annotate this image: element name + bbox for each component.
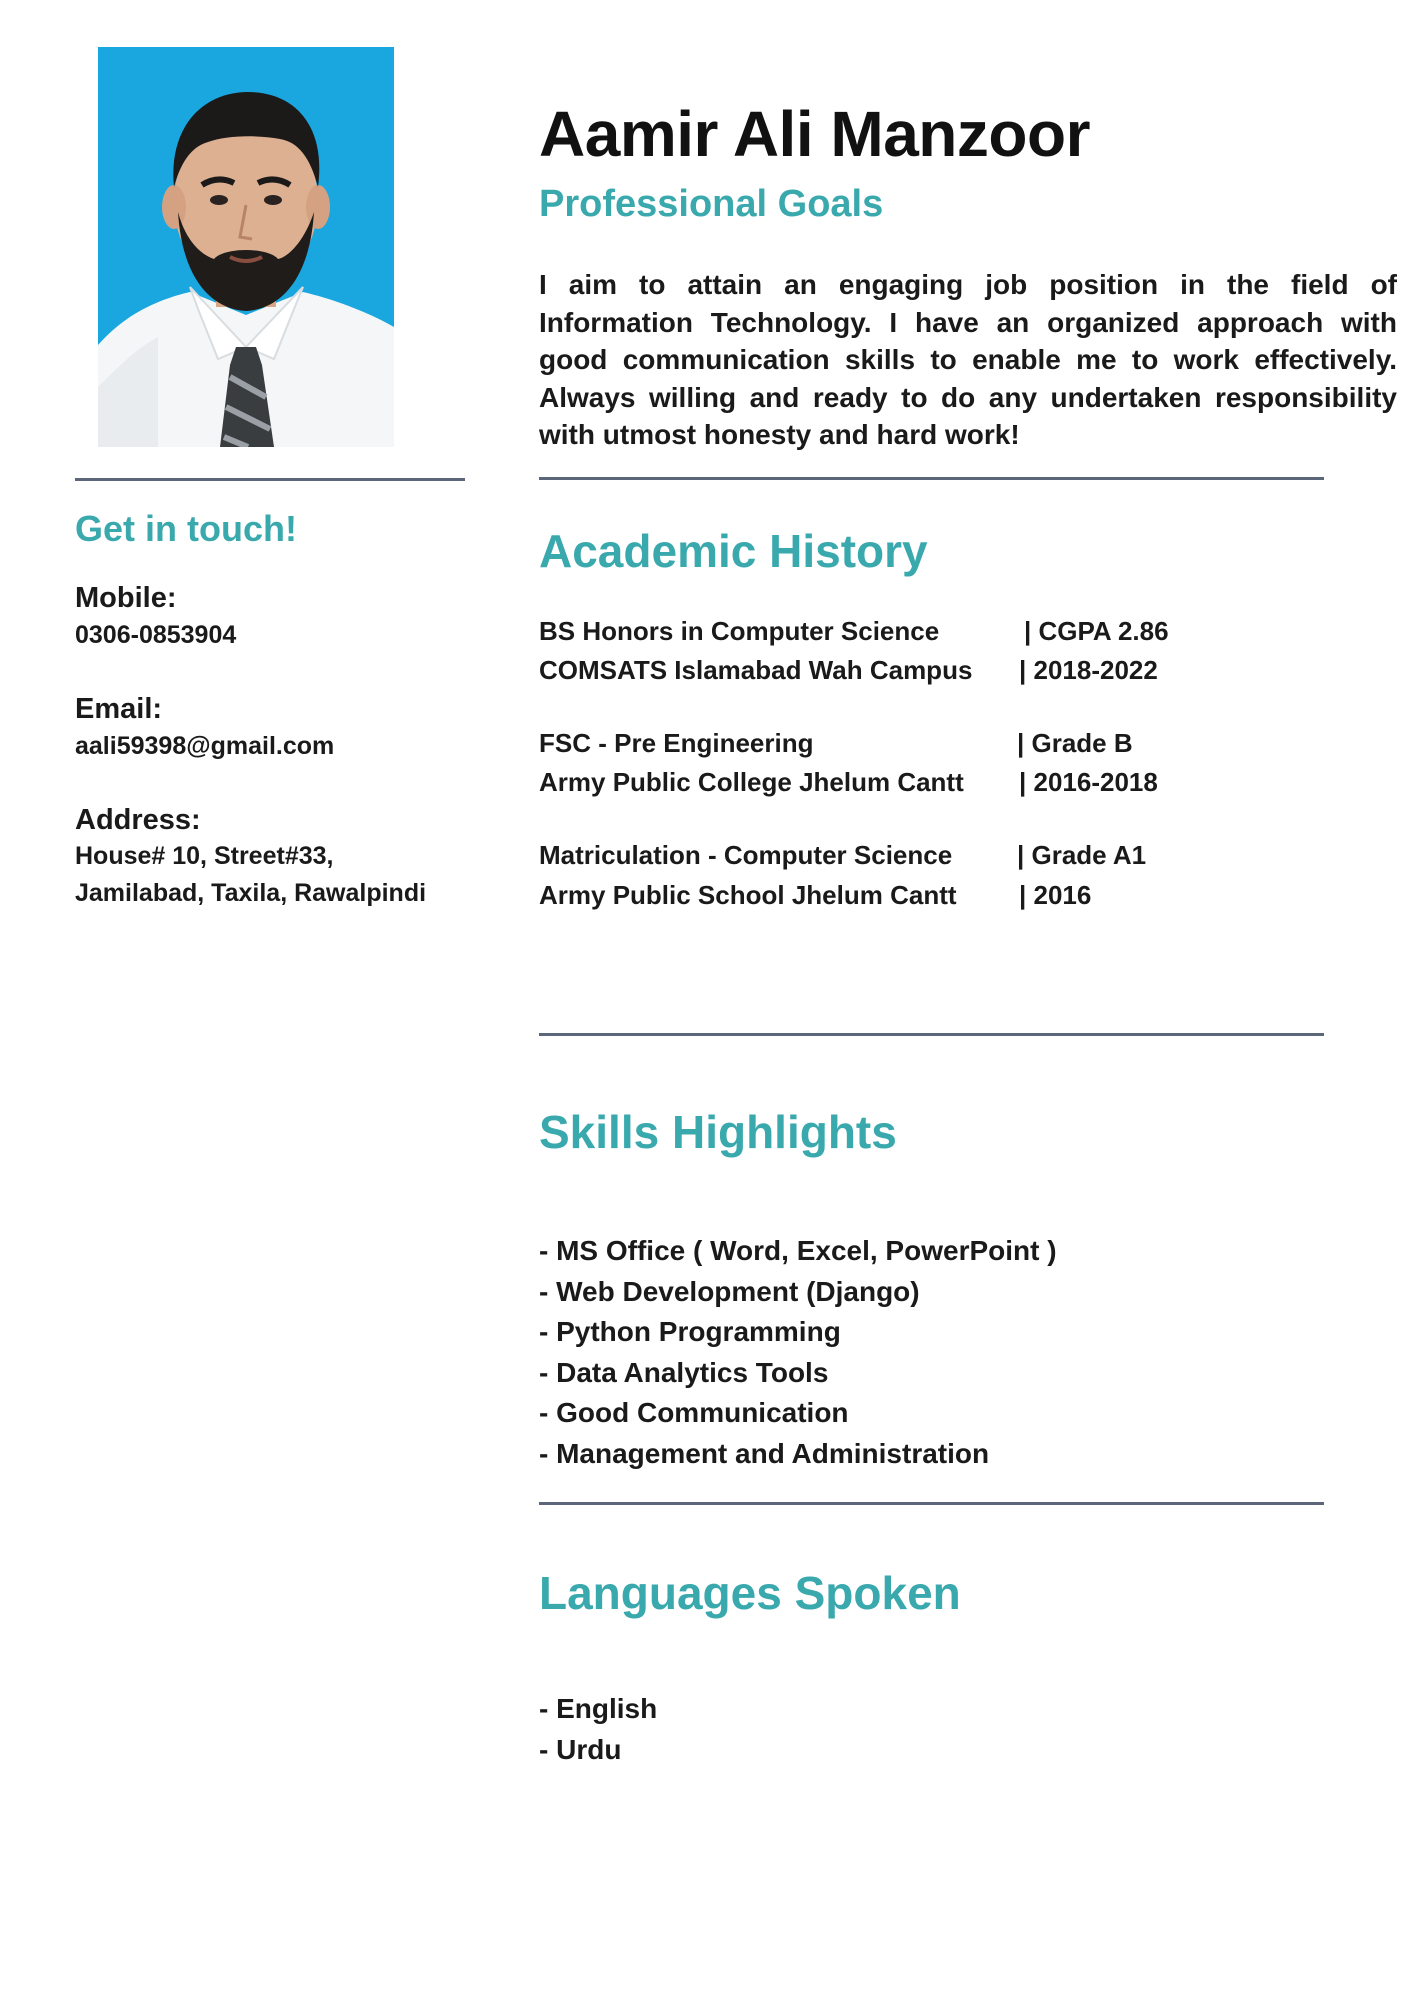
academic-grade: | CGPA 2.86 [1024,616,1169,646]
left-divider [75,478,465,481]
academic-degree: Matriculation - Computer Science [539,840,953,870]
academic-grade: | Grade B [1017,728,1133,758]
address-line-2: Jamilabad, Taxila, Rawalpindi [75,879,427,907]
academic-degree: BS Honors in Computer Science [539,616,940,646]
profile-photo [98,47,394,447]
goals-divider [539,477,1324,480]
academic-years: | 2016 [1019,880,1092,910]
email-label: Email: [75,693,163,725]
list-item: - Python Programming [539,1316,841,1347]
academic-institution: COMSATS Islamabad Wah Campus [539,655,973,685]
list-item: - English [539,1693,658,1724]
email-address: aali59398@gmail.com [75,732,335,760]
languages-list: - English - Urdu [539,1689,657,1770]
academic-institution: Army Public School Jhelum Cantt [539,880,957,910]
professional-goals-heading: Professional Goals [539,183,884,225]
candidate-name: Aamir Ali Manzoor [539,98,1090,170]
professional-goals-text: I aim to attain an engaging job position… [539,269,1397,450]
address-line-1: House# 10, Street#33, [75,842,334,870]
academic-divider [539,1033,1324,1036]
academic-institution: Army Public College Jhelum Cantt [539,767,964,797]
mobile-number: 0306-0853904 [75,621,237,649]
profile-portrait-image [98,47,394,447]
academic-years: | 2018-2022 [1019,655,1158,685]
list-item: - Web Development (Django) [539,1275,920,1307]
list-item: - Management and Administration [539,1437,990,1469]
skills-divider [539,1502,1324,1505]
academic-grade: | Grade A1 [1017,840,1147,870]
academic-degree: FSC - Pre Engineering [539,728,814,758]
languages-heading: Languages Spoken [539,1567,961,1619]
mobile-label: Mobile: [75,582,177,614]
list-item: - Data Analytics Tools [539,1356,829,1388]
academic-history-heading: Academic History [539,525,928,577]
list-item: - Urdu [539,1733,622,1765]
address-label: Address: [75,804,201,836]
skills-list: - MS Office ( Word, Excel, PowerPoint ) … [539,1231,1057,1474]
skills-heading: Skills Highlights [539,1106,897,1158]
list-item: - MS Office ( Word, Excel, PowerPoint ) [539,1235,1057,1266]
contact-heading: Get in touch! [75,508,297,549]
academic-years: | 2016-2018 [1019,767,1158,797]
list-item: - Good Communication [539,1397,849,1428]
